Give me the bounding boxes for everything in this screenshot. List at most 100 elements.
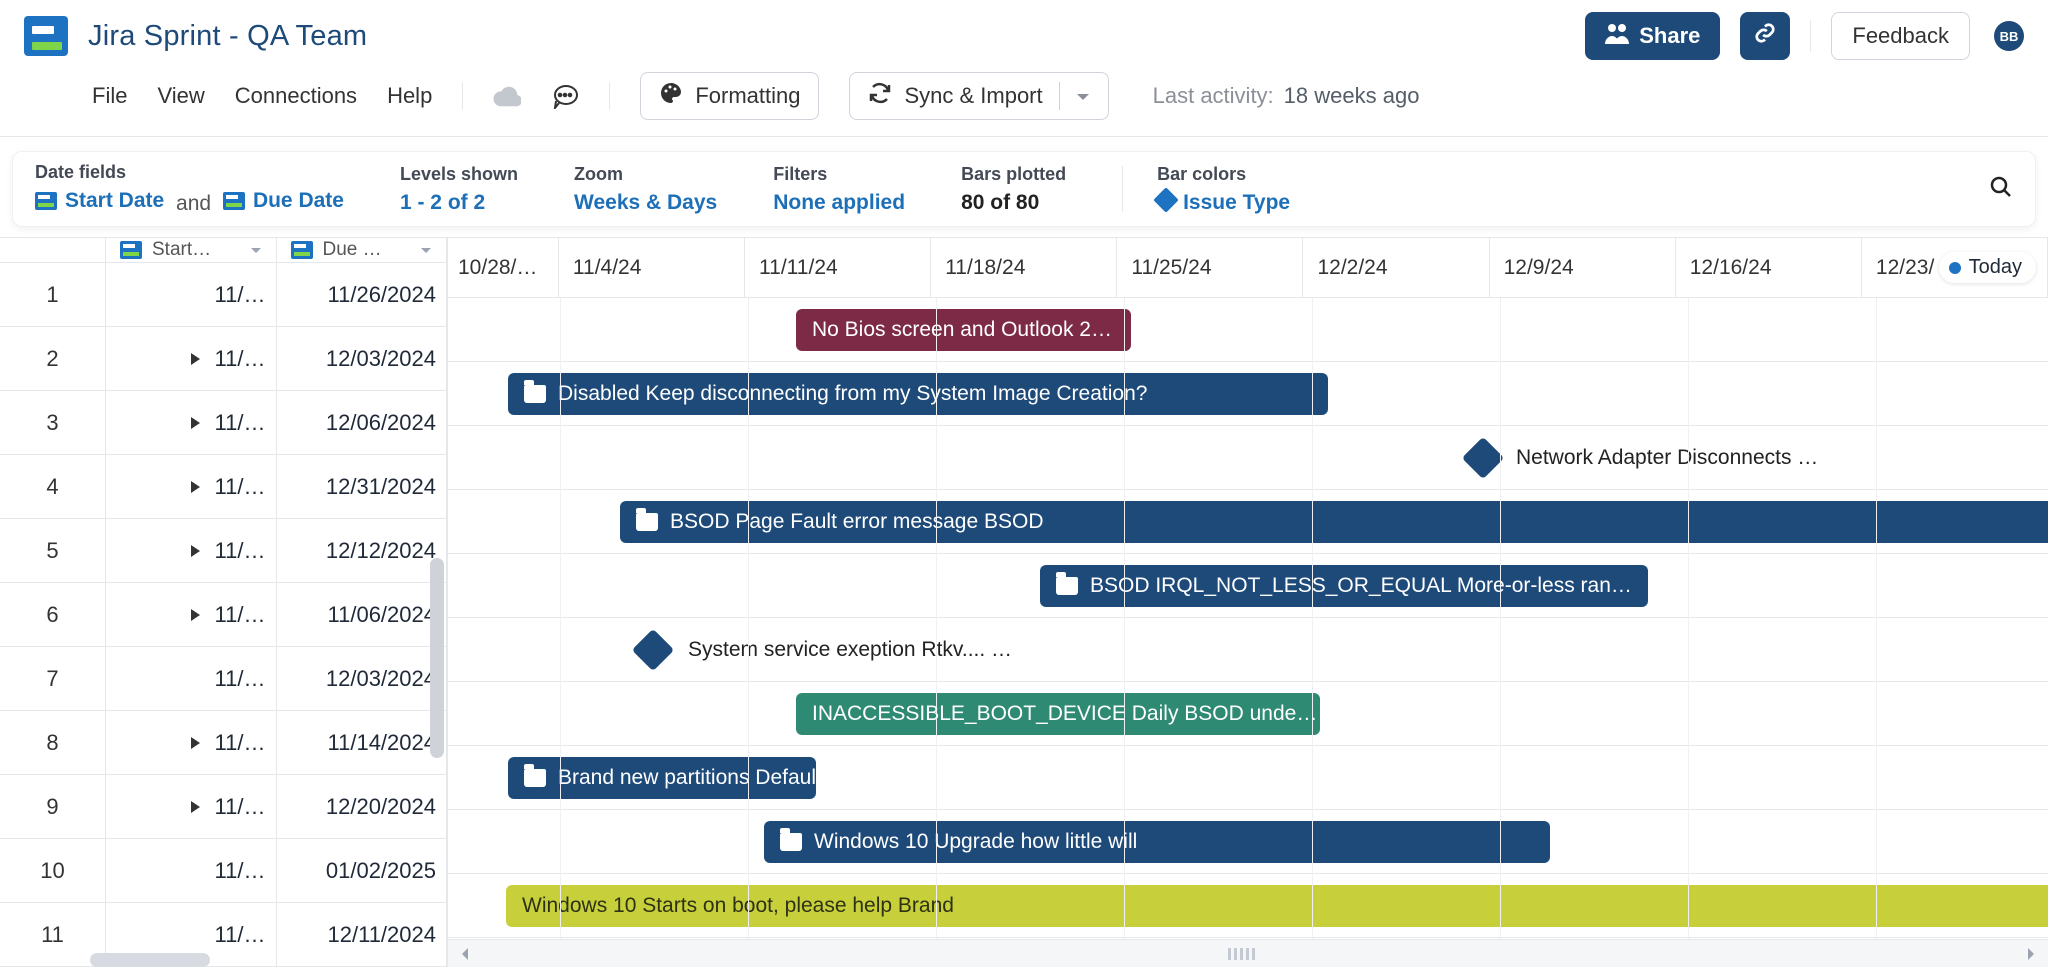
control-bars-plotted: Bars plotted 80 of 80	[961, 164, 1066, 215]
chevron-down-icon[interactable]	[420, 239, 432, 261]
table-row[interactable]: 511/…12/12/2024	[0, 519, 447, 583]
cell-due-date[interactable]: 12/03/2024	[277, 327, 448, 390]
vertical-scrollbar[interactable]	[430, 558, 444, 758]
cell-due-date[interactable]: 12/03/2024	[277, 647, 448, 710]
cell-start-date[interactable]: 11/…	[106, 327, 277, 390]
cell-due-date[interactable]: 11/06/2024	[277, 583, 448, 646]
expand-icon[interactable]	[191, 417, 201, 429]
due-date-text: 12/03/2024	[326, 666, 436, 692]
table-row[interactable]: 411/…12/31/2024	[0, 455, 447, 519]
cell-due-date[interactable]: 11/26/2024	[277, 263, 448, 326]
cloud-icon[interactable]	[493, 82, 521, 110]
table-row[interactable]: 811/…11/14/2024	[0, 711, 447, 775]
timeline-date-header[interactable]: 11/25/24	[1117, 238, 1303, 297]
cell-start-date[interactable]: 11/…	[106, 519, 277, 582]
timeline-date-header[interactable]: 11/11/24	[745, 238, 931, 297]
cell-due-date[interactable]: 11/14/2024	[277, 711, 448, 774]
app-logo-icon	[24, 16, 68, 56]
cell-due-date[interactable]: 12/31/2024	[277, 455, 448, 518]
sync-import-button[interactable]: Sync & Import	[849, 72, 1108, 120]
cell-due-date[interactable]: 12/11/2024	[277, 903, 448, 966]
zoom-value: Weeks & Days	[574, 191, 717, 215]
column-header-start[interactable]: Start…	[106, 238, 277, 262]
table-row[interactable]: 211/…12/03/2024	[0, 327, 447, 391]
search-icon[interactable]	[1989, 175, 2013, 204]
control-date-fields[interactable]: Date fields Start Date and Due Date	[35, 162, 344, 216]
menu-view[interactable]: View	[157, 83, 204, 109]
table-row[interactable]: 1011/…01/02/2025	[0, 839, 447, 903]
today-button[interactable]: Today	[1939, 252, 2036, 283]
chevron-down-icon[interactable]	[250, 239, 262, 261]
timeline-date-header[interactable]: 12/2/24	[1303, 238, 1489, 297]
due-date-text: 12/12/2024	[326, 538, 436, 564]
timeline-row: BSOD IRQL_NOT_LESS_OR_EQUAL More-or-less…	[448, 554, 2048, 618]
cell-due-date[interactable]: 12/20/2024	[277, 775, 448, 838]
milestone-label: Network Adapter Disconnects …	[1516, 446, 1818, 470]
column-label: Due …	[323, 239, 382, 261]
menu-file[interactable]: File	[92, 83, 127, 109]
cell-due-date[interactable]: 01/02/2025	[277, 839, 448, 902]
expand-icon[interactable]	[191, 353, 201, 365]
timeline-date-header[interactable]: 12/9/24	[1490, 238, 1676, 297]
table-row[interactable]: 911/…12/20/2024	[0, 775, 447, 839]
horizontal-scrollbar[interactable]	[90, 953, 210, 967]
feedback-button[interactable]: Feedback	[1831, 12, 1970, 60]
avatar[interactable]: BB	[1994, 21, 2024, 51]
table-row[interactable]: 711/…12/03/2024	[0, 647, 447, 711]
share-button[interactable]: Share	[1585, 12, 1720, 60]
gantt-bar[interactable]: BSOD IRQL_NOT_LESS_OR_EQUAL More-or-less…	[1040, 565, 1648, 607]
cell-start-date[interactable]: 11/…	[106, 647, 277, 710]
gantt-bar[interactable]: No Bios screen and Outlook 2…	[796, 309, 1131, 351]
expand-icon[interactable]	[191, 545, 201, 557]
cell-start-date[interactable]: 11/…	[106, 775, 277, 838]
copy-link-button[interactable]	[1740, 12, 1790, 60]
timeline-date-header[interactable]: 12/16/24	[1676, 238, 1862, 297]
menu-help[interactable]: Help	[387, 83, 432, 109]
cell-start-date[interactable]: 11/…	[106, 455, 277, 518]
control-levels[interactable]: Levels shown 1 - 2 of 2	[400, 164, 518, 215]
expand-icon[interactable]	[191, 801, 201, 813]
cell-start-date[interactable]: 11/…	[106, 391, 277, 454]
control-zoom[interactable]: Zoom Weeks & Days	[574, 164, 717, 215]
expand-icon[interactable]	[191, 609, 201, 621]
gantt-bar[interactable]: Windows 10 Upgrade how little will	[764, 821, 1550, 863]
column-header-due[interactable]: Due …	[277, 238, 448, 262]
timeline-date-header[interactable]: 11/4/24	[559, 238, 745, 297]
timeline-header: 10/28/…11/4/2411/11/2411/18/2411/25/2412…	[448, 238, 2048, 298]
cell-start-date[interactable]: 11/…	[106, 263, 277, 326]
cell-start-date[interactable]: 11/…	[106, 839, 277, 902]
gantt-bar[interactable]: BSOD Page Fault error message BSOD	[620, 501, 2048, 543]
table-row[interactable]: 611/…11/06/2024	[0, 583, 447, 647]
horizontal-scrollbar[interactable]	[448, 939, 2048, 967]
cell-due-date[interactable]: 12/06/2024	[277, 391, 448, 454]
gantt-bar[interactable]: Disabled Keep disconnecting from my Syst…	[508, 373, 1328, 415]
gantt-bar[interactable]: Brand new partitions Default …	[508, 757, 816, 799]
chevron-down-icon[interactable]	[1076, 83, 1090, 109]
cell-start-date[interactable]: 11/…	[106, 711, 277, 774]
table-row[interactable]: 111/…11/26/2024	[0, 263, 447, 327]
milestone-diamond[interactable]	[1462, 437, 1504, 479]
formatting-button[interactable]: Formatting	[640, 72, 819, 120]
milestone-diamond[interactable]	[632, 629, 674, 671]
timeline-date-header[interactable]: 11/18/24	[931, 238, 1117, 297]
expand-icon[interactable]	[191, 737, 201, 749]
scroll-right-icon[interactable]	[2018, 941, 2044, 967]
gantt-bar[interactable]: Windows 10 Starts on boot, please help B…	[506, 885, 2048, 927]
start-date-text: 11/…	[215, 602, 266, 628]
expand-icon[interactable]	[191, 481, 201, 493]
control-bar-colors[interactable]: Bar colors Issue Type	[1157, 164, 1290, 215]
start-date-text: 11/…	[215, 922, 266, 948]
table-row[interactable]: 311/…12/06/2024	[0, 391, 447, 455]
timeline-date-header[interactable]: 10/28/…	[448, 238, 559, 297]
start-date-text: 11/…	[215, 666, 266, 692]
cell-due-date[interactable]: 12/12/2024	[277, 519, 448, 582]
scroll-left-icon[interactable]	[452, 941, 478, 967]
due-date-text: 12/11/2024	[328, 922, 436, 948]
chat-icon[interactable]	[551, 82, 579, 110]
cell-start-date[interactable]: 11/…	[106, 583, 277, 646]
table-row[interactable]: 1111/…12/11/2024	[0, 903, 447, 967]
control-filters[interactable]: Filters None applied	[773, 164, 905, 215]
gantt-bar[interactable]: INACCESSIBLE_BOOT_DEVICE Daily BSOD unde…	[796, 693, 1320, 735]
menu-connections[interactable]: Connections	[235, 83, 357, 109]
scroll-grip-icon[interactable]	[1228, 948, 1268, 960]
